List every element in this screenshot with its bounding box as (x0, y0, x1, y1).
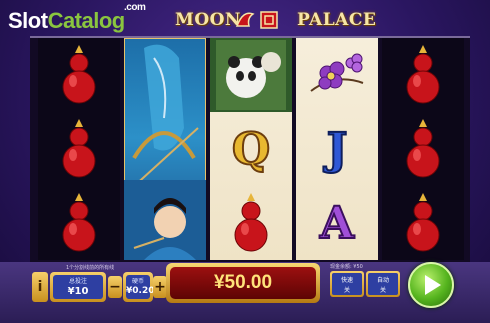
coin-box: 硬币 ¥0.20 (123, 272, 155, 302)
letter-q: Q (231, 123, 271, 176)
play-icon (425, 275, 441, 295)
balance-note: 现金余额: ¥50 (330, 264, 363, 270)
reel-5 (382, 38, 464, 260)
symbol-purple-flowers (296, 38, 378, 112)
gourd-icon (62, 193, 96, 252)
spin-button[interactable] (408, 262, 454, 308)
letter-a: A (319, 197, 355, 250)
reel-2 (123, 37, 207, 261)
total-bet-label: 总投注 (68, 278, 87, 285)
win-amount: ¥50.00 (170, 267, 316, 299)
total-bet-box[interactable]: 总投注 ¥10 (50, 272, 106, 302)
reel-4: J A (296, 38, 378, 260)
title-palace: PALACE (296, 10, 377, 30)
title-moon: MOON (175, 10, 241, 30)
auto-value: 关 (379, 287, 386, 294)
reel-3: Q (210, 38, 292, 260)
watermark-logo: SlotCatalog .com (8, 2, 146, 34)
symbol-j: J (296, 112, 378, 186)
auto-label: 自动 (376, 277, 389, 284)
symbol-red-gourd (38, 112, 120, 186)
palace-emblem-icon (235, 11, 278, 29)
symbol-a: A (296, 186, 378, 260)
reel-1 (38, 38, 120, 260)
coin-label: 硬币 (131, 278, 144, 285)
logo-catalog-text: Catalog (47, 8, 126, 33)
coin-value: ¥0.20 (126, 286, 155, 296)
win-display: ¥50.00 (166, 263, 320, 303)
symbol-panda (210, 38, 292, 112)
gourd-icon (406, 119, 440, 178)
header: SlotCatalog .com MOON PALACE (0, 0, 490, 36)
decrease-coin-button[interactable]: − (108, 276, 122, 298)
panda-icon (216, 40, 286, 110)
gourd-icon (62, 45, 96, 104)
logo-slot-text: Slot (8, 8, 48, 33)
symbol-red-gourd (382, 112, 464, 186)
fast-toggle[interactable]: 快速 关 (330, 271, 364, 297)
increase-coin-button[interactable]: + (153, 276, 167, 298)
symbol-red-gourd (210, 186, 292, 260)
gourd-icon (234, 193, 268, 252)
symbol-red-gourd (382, 38, 464, 112)
fast-value: 关 (343, 287, 350, 294)
logo-com-text: .com (124, 2, 146, 13)
symbol-red-gourd (38, 186, 120, 260)
info-button[interactable]: i (32, 272, 48, 302)
symbol-q: Q (210, 112, 292, 186)
auto-toggle[interactable]: 自动 关 (366, 271, 400, 297)
fast-label: 快速 (340, 277, 353, 284)
lines-note: 1个分割线前的所有线 (66, 265, 115, 271)
gourd-icon (406, 193, 440, 252)
symbol-red-gourd (38, 38, 120, 112)
letter-j: J (326, 123, 349, 176)
gourd-icon (62, 119, 96, 178)
gourd-icon (406, 45, 440, 104)
archer-warrior-icon (123, 37, 207, 261)
flower-icon (310, 53, 364, 92)
symbol-red-gourd (382, 186, 464, 260)
total-bet-value: ¥10 (67, 286, 89, 297)
